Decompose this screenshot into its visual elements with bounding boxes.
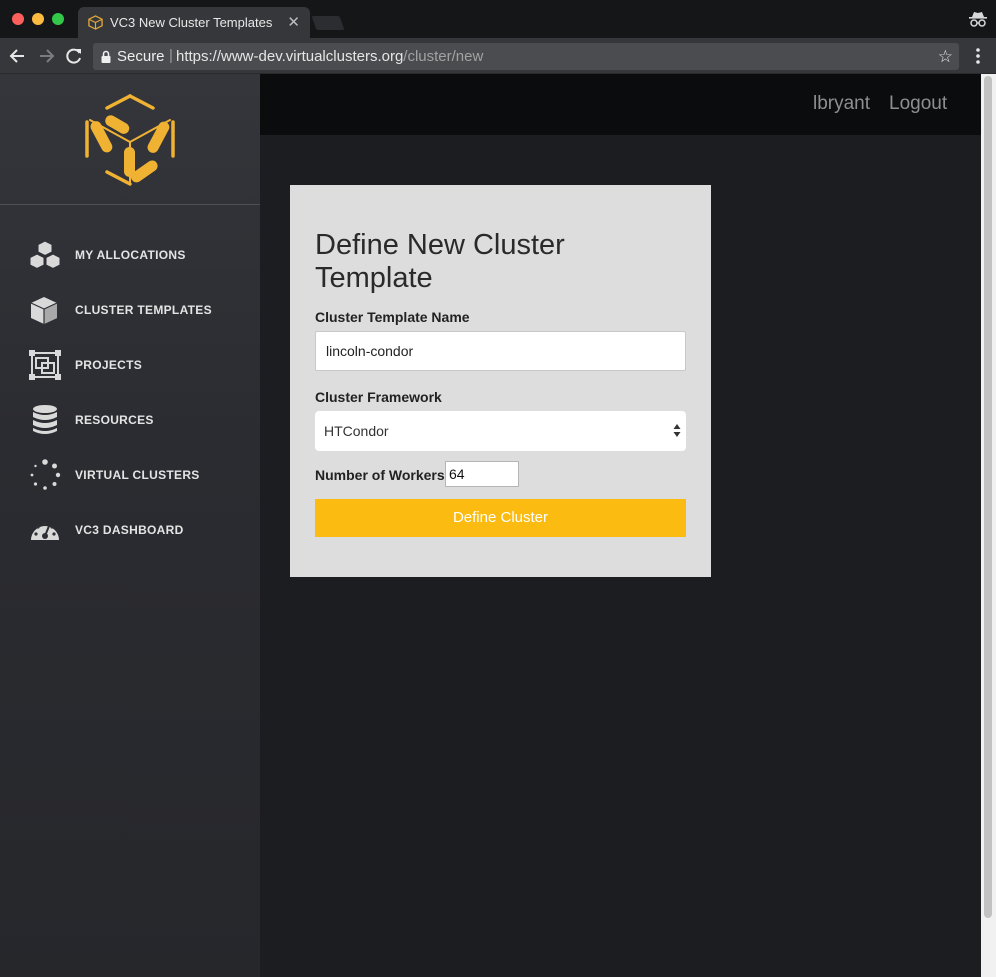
scrollbar-thumb[interactable] [984, 76, 992, 918]
secure-label: Secure [117, 48, 165, 65]
spinner-icon [30, 459, 61, 490]
browser-tab[interactable]: VC3 New Cluster Templates ✕ [78, 7, 310, 38]
vc3-cube-icon [88, 15, 103, 30]
sidebar-item-cluster-templates[interactable]: CLUSTER TEMPLATES [0, 290, 260, 330]
lock-icon [101, 50, 111, 63]
number-of-workers-input[interactable]: 64 [445, 461, 519, 487]
sidebar: MY ALLOCATIONS CLUSTER TEMPLATES PROJECT… [0, 74, 260, 977]
sidebar-item-vc3-dashboard[interactable]: VC3 DASHBOARD [0, 510, 260, 550]
sidebar-item-my-allocations[interactable]: MY ALLOCATIONS [0, 235, 260, 275]
tab-title: VC3 New Cluster Templates [110, 15, 273, 30]
window-close-button[interactable] [12, 13, 24, 25]
tab-close-icon[interactable]: ✕ [287, 13, 300, 31]
select-arrows-icon [673, 424, 681, 437]
define-cluster-button[interactable]: Define Cluster [315, 499, 686, 537]
sidebar-item-resources[interactable]: RESOURCES [0, 400, 260, 440]
page-title: Define New Cluster Template [315, 229, 565, 294]
cubes-icon [29, 240, 61, 270]
sidebar-divider [0, 204, 260, 205]
page-scrollbar[interactable] [981, 74, 996, 977]
browser-tab-bar: VC3 New Cluster Templates ✕ [0, 0, 996, 38]
arrow-right-icon[interactable] [36, 46, 56, 66]
logout-link[interactable]: Logout [889, 93, 947, 115]
projects-icon [29, 350, 61, 380]
cluster-framework-select[interactable]: HTCondor [315, 411, 686, 451]
sidebar-item-label: RESOURCES [75, 413, 154, 427]
number-of-workers-label: Number of Workers: [315, 467, 450, 483]
sidebar-item-label: VIRTUAL CLUSTERS [75, 468, 200, 482]
page: MY ALLOCATIONS CLUSTER TEMPLATES PROJECT… [0, 74, 996, 977]
cluster-framework-label: Cluster Framework [315, 389, 442, 405]
sidebar-item-virtual-clusters[interactable]: VIRTUAL CLUSTERS [0, 455, 260, 495]
dashboard-icon [31, 521, 59, 540]
cluster-template-name-label: Cluster Template Name [315, 309, 470, 325]
window-zoom-button[interactable] [52, 13, 64, 25]
window-minimize-button[interactable] [32, 13, 44, 25]
browser-menu-icon[interactable] [970, 46, 986, 66]
define-cluster-template-card: Define New Cluster Template Cluster Temp… [290, 185, 711, 577]
reload-icon[interactable] [64, 46, 84, 66]
arrow-left-icon[interactable] [8, 46, 28, 66]
cluster-framework-value: HTCondor [324, 423, 389, 439]
vc3-logo-icon[interactable] [82, 92, 178, 186]
url-text: https://www-dev.virtualclusters.org/clus… [176, 48, 483, 65]
cube-icon [30, 297, 58, 324]
url-base: https://www-dev.virtualclusters.org [176, 48, 404, 65]
username-link[interactable]: lbryant [813, 93, 870, 115]
sidebar-item-label: MY ALLOCATIONS [75, 248, 186, 262]
kebab-menu-icon [976, 48, 980, 64]
url-path: /cluster/new [403, 48, 484, 65]
url-separator: | [169, 47, 173, 64]
sidebar-item-label: PROJECTS [75, 358, 143, 372]
top-nav-bar: lbryant Logout [260, 74, 981, 135]
browser-toolbar: Secure | https://www-dev.virtualclusters… [0, 38, 996, 74]
sidebar-item-projects[interactable]: PROJECTS [0, 345, 260, 385]
incognito-icon [969, 12, 987, 27]
new-tab-button[interactable] [311, 16, 345, 30]
database-icon [33, 405, 57, 434]
cluster-template-name-input[interactable]: lincoln-condor [315, 331, 686, 371]
address-bar[interactable]: Secure | https://www-dev.virtualclusters… [93, 43, 959, 70]
sidebar-item-label: VC3 DASHBOARD [75, 523, 184, 537]
sidebar-item-label: CLUSTER TEMPLATES [75, 303, 212, 317]
bookmark-star-icon[interactable]: ☆ [938, 47, 953, 67]
